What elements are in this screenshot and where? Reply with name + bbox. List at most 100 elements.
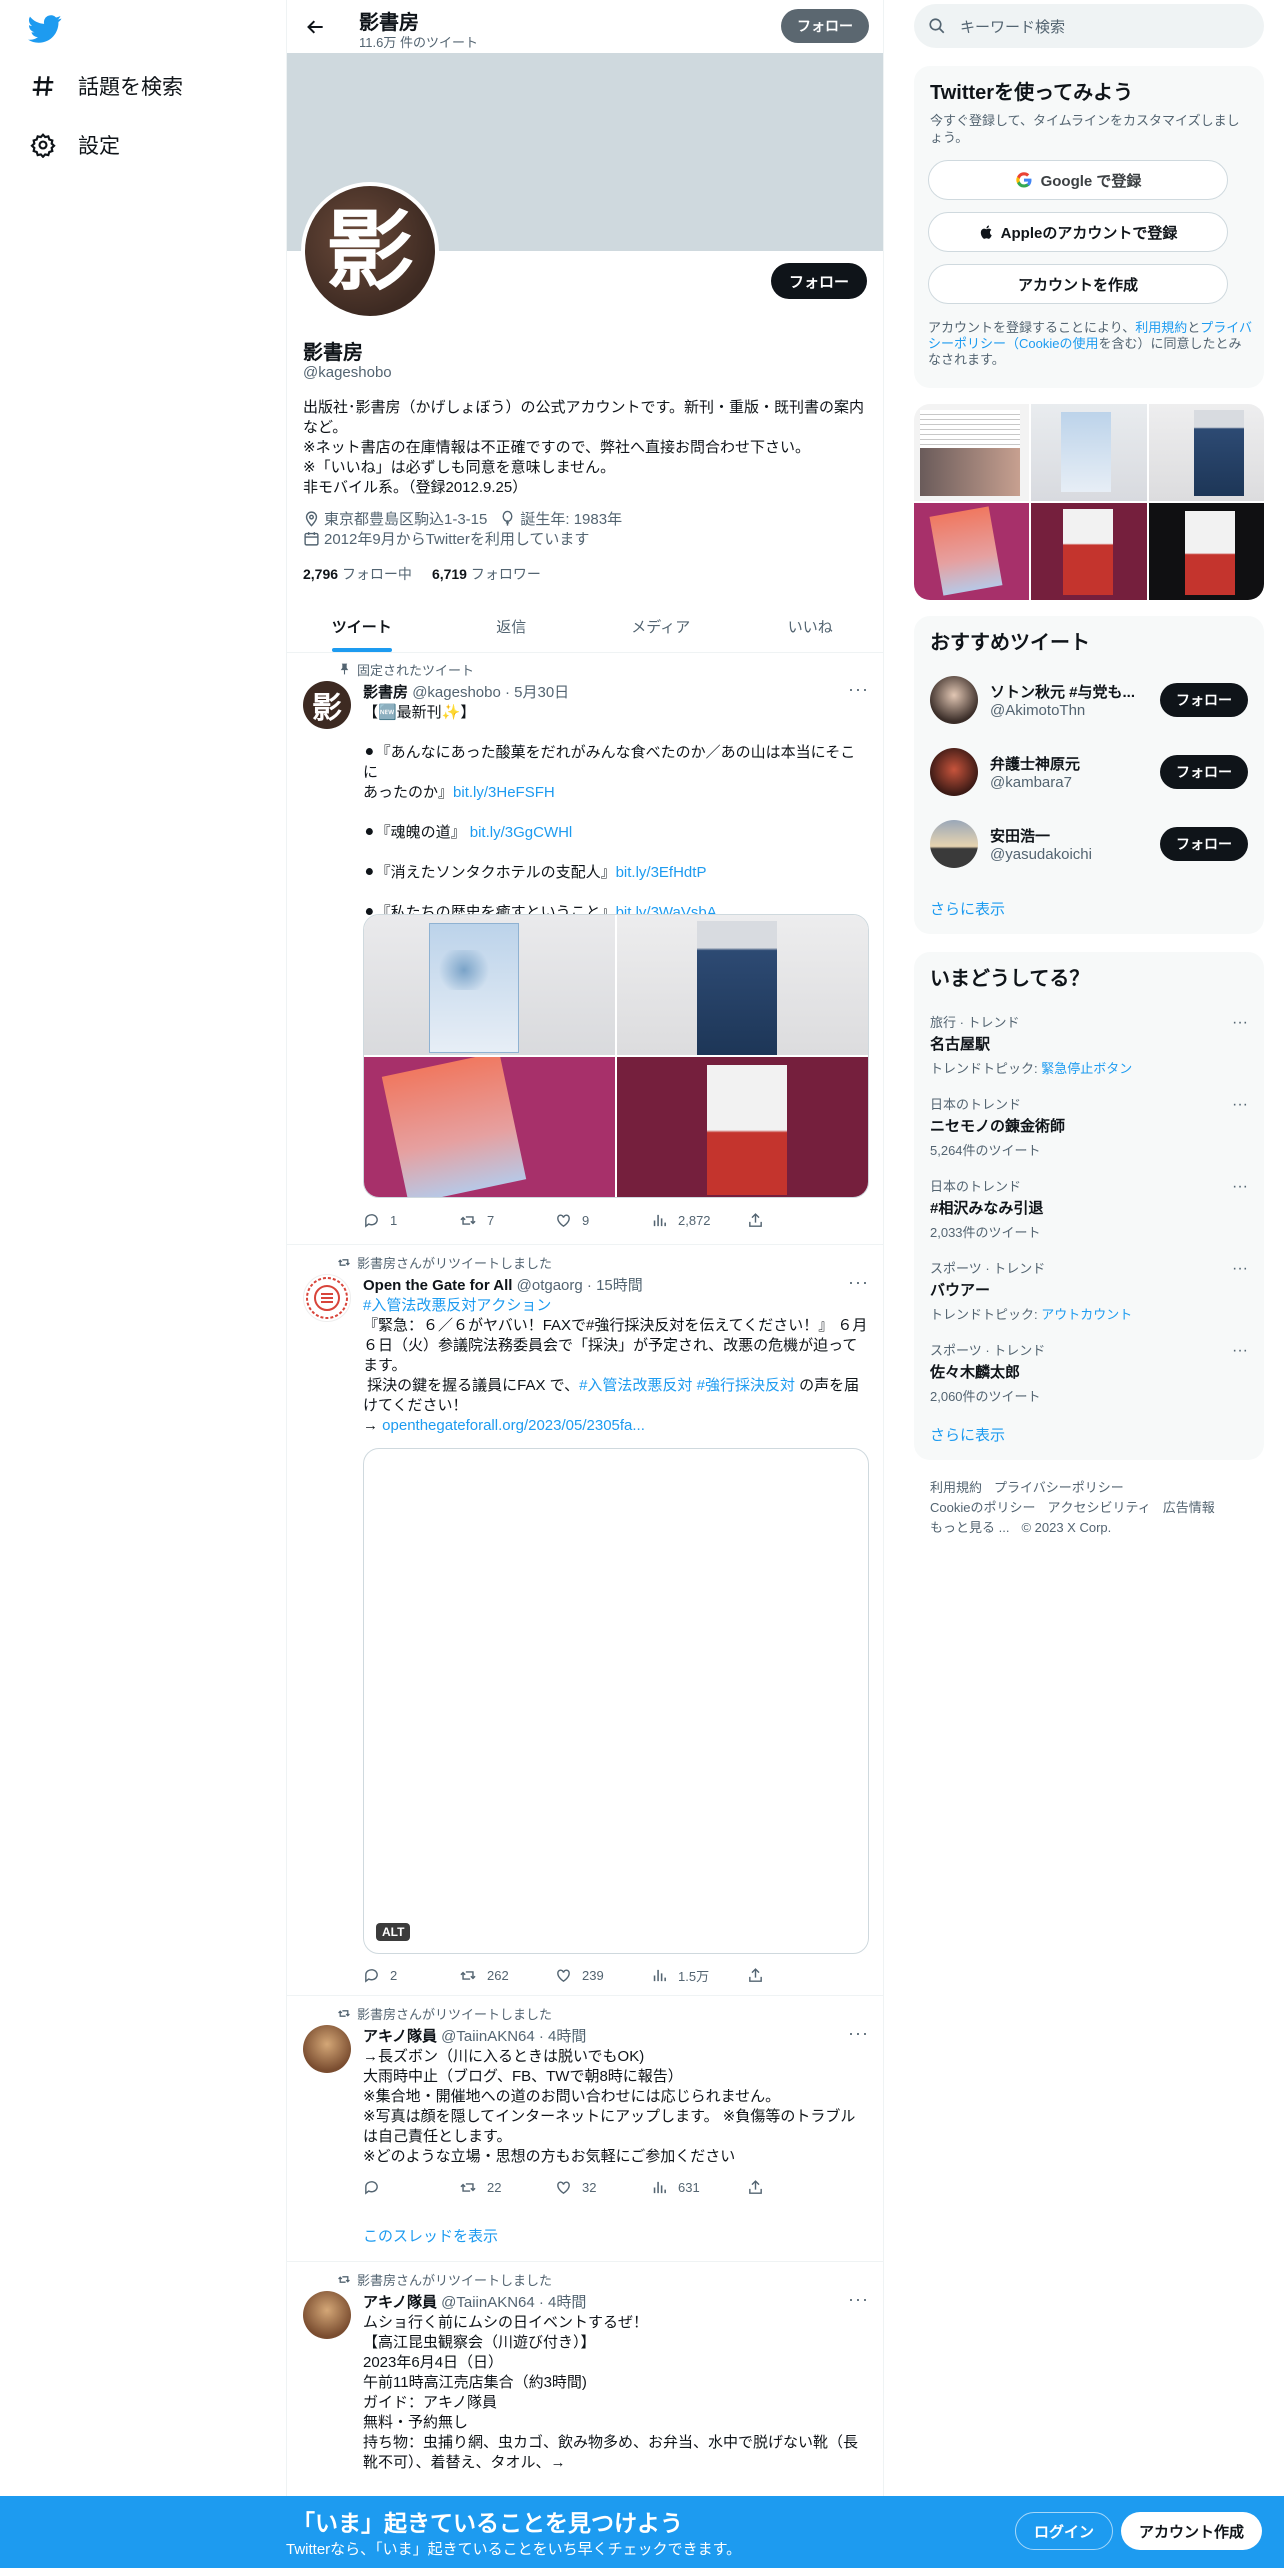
terms-link[interactable]: 利用規約 [1135, 320, 1187, 335]
tab-tweets[interactable]: ツイート [287, 600, 437, 652]
footer-ads-link[interactable]: 広告情報 [1163, 1500, 1215, 1515]
footer-more-link[interactable]: もっと見る ... [930, 1520, 1009, 1535]
like-button[interactable]: 9 [555, 1212, 651, 1229]
reply-button[interactable]: 2 [363, 1966, 459, 1985]
footer-cookie-link[interactable]: Cookieのポリシー [930, 1500, 1035, 1515]
share-button[interactable] [747, 1966, 787, 1985]
tweet-pinned[interactable]: 固定されたツイート 影 影書房 @kageshobo · 5月30日 ··· 【… [287, 653, 883, 1245]
tab-replies[interactable]: 返信 [437, 600, 587, 652]
views-button[interactable]: 631 [651, 2179, 747, 2196]
profile-avatar[interactable]: 影 [301, 182, 439, 320]
hashtag-link[interactable]: #強行採決反対 [697, 1377, 795, 1394]
followers-link[interactable]: 6,719 フォロワー [432, 564, 541, 584]
media-thumb[interactable] [1148, 503, 1264, 600]
like-button[interactable]: 32 [555, 2179, 651, 2196]
tweet-author[interactable]: Open the Gate for All [363, 1277, 512, 1294]
media-thumb[interactable] [1031, 404, 1147, 501]
profile-media-grid[interactable] [914, 404, 1264, 600]
hashtag-link[interactable]: #入管法改悪反対アクション [363, 1296, 869, 1316]
tweet-meta[interactable]: @kageshobo · 5月30日 [412, 684, 569, 701]
user-avatar[interactable] [930, 676, 978, 724]
tweet-author[interactable]: アキノ隊員 [363, 2294, 437, 2311]
user-name[interactable]: 安田浩一 [990, 825, 1152, 846]
header-follow-button[interactable]: フォロー [781, 9, 869, 43]
trend-item[interactable]: 日本のトレンド ニセモノの錬金術師 5,264件のツイート ··· [930, 1094, 1248, 1159]
tweet-retweet-otga[interactable]: 影書房さんがリツイートしました Open the Gate for All @o… [287, 1246, 883, 1996]
trend-item[interactable]: スポーツ · トレンド バウアー トレンドトピック: アウトカウント ··· [930, 1258, 1248, 1323]
tweet-avatar[interactable] [303, 2291, 351, 2339]
tweet-author[interactable]: アキノ隊員 [363, 2028, 437, 2045]
book-photo[interactable] [364, 915, 615, 1055]
show-thread-link[interactable]: このスレッドを表示 [363, 2225, 498, 2246]
recommend-show-more[interactable]: さらに表示 [930, 898, 1005, 919]
more-icon[interactable]: ··· [1232, 1260, 1248, 1278]
trends-show-more[interactable]: さらに表示 [930, 1424, 1005, 1445]
search-input[interactable]: キーワード検索 [914, 4, 1264, 48]
tweet-retweet-akino-2[interactable]: 影書房さんがリツイートしました アキノ隊員 @TaiinAKN64 · 4時間 … [287, 2263, 883, 2503]
tweet-meta[interactable]: @TaiinAKN64 · 4時間 [441, 2294, 586, 2311]
trend-item[interactable]: スポーツ · トレンド 佐々木麟太郎 2,060件のツイート ··· [930, 1340, 1248, 1405]
external-link[interactable]: openthegateforall.org/2023/05/2305fa... [382, 1417, 645, 1434]
trend-item[interactable]: 日本のトレンド #相沢みなみ引退 2,033件のツイート ··· [930, 1176, 1248, 1241]
recommend-user[interactable]: 弁護士神原元 @kambara7 フォロー [930, 742, 1248, 802]
twitter-bird-icon[interactable] [28, 12, 62, 46]
trend-topic-link[interactable]: アウトカウント [1041, 1307, 1132, 1322]
user-avatar[interactable] [930, 820, 978, 868]
tweet-image[interactable]: ALT [363, 1448, 869, 1954]
retweet-button[interactable]: 22 [459, 2179, 555, 2196]
tweet-avatar[interactable] [303, 2025, 351, 2073]
book-photo[interactable] [617, 1057, 868, 1197]
media-thumb[interactable] [914, 404, 1030, 501]
tweet-meta[interactable]: @otgaorg · 15時間 [517, 1277, 643, 1294]
following-link[interactable]: 2,796 フォロー中 [303, 564, 412, 584]
more-icon[interactable]: ··· [848, 1272, 869, 1293]
tweet-avatar[interactable] [303, 1274, 351, 1322]
tweet-photo-grid[interactable] [363, 914, 869, 1198]
more-icon[interactable]: ··· [848, 2023, 869, 2044]
back-arrow-icon[interactable] [301, 12, 331, 42]
views-button[interactable]: 1.5万 [651, 1966, 747, 1985]
trend-topic-link[interactable]: 緊急停止ボタン [1041, 1061, 1132, 1076]
more-icon[interactable]: ··· [1232, 1178, 1248, 1196]
book-link[interactable]: bit.ly/3HeFSFH [453, 784, 555, 801]
more-icon[interactable]: ··· [1232, 1096, 1248, 1114]
more-icon[interactable]: ··· [1232, 1342, 1248, 1360]
google-signup-button[interactable]: Google で登録 [928, 160, 1228, 200]
recommend-user[interactable]: ソトン秋元 #与党も... @AkimotoThn フォロー [930, 670, 1248, 730]
follow-button[interactable]: フォロー [1160, 827, 1248, 861]
footer-terms-link[interactable]: 利用規約 [930, 1480, 982, 1495]
hashtag-link[interactable]: #入管法改悪反対 [579, 1377, 692, 1394]
tab-media[interactable]: メディア [586, 600, 736, 652]
follow-button[interactable]: フォロー [1160, 683, 1248, 717]
book-link[interactable]: bit.ly/3EfHdtP [616, 864, 707, 881]
nav-explore[interactable]: 話題を検索 [28, 64, 183, 108]
footer-accessibility-link[interactable]: アクセシビリティ [1047, 1500, 1150, 1515]
user-avatar[interactable] [930, 748, 978, 796]
share-button[interactable] [747, 2179, 787, 2196]
tab-likes[interactable]: いいね [736, 600, 884, 652]
book-link[interactable]: bit.ly/3GgCWHl [470, 824, 573, 841]
profile-follow-button[interactable]: フォロー [770, 263, 867, 299]
views-button[interactable]: 2,872 [651, 1212, 747, 1229]
trend-item[interactable]: 旅行 · トレンド 名古屋駅 トレンドトピック: 緊急停止ボタン ··· [930, 1012, 1248, 1077]
media-thumb[interactable] [1148, 404, 1264, 501]
signup-button[interactable]: アカウント作成 [1121, 2512, 1263, 2550]
footer-privacy-link[interactable]: プライバシーポリシー [994, 1480, 1124, 1495]
nav-settings[interactable]: 設定 [28, 123, 120, 167]
alt-badge[interactable]: ALT [376, 1923, 411, 1941]
book-photo[interactable] [364, 1057, 615, 1197]
more-icon[interactable]: ··· [848, 2289, 869, 2310]
tweet-author[interactable]: 影書房 [363, 684, 408, 701]
tweet-retweet-akino-1[interactable]: 影書房さんがリツイートしました アキノ隊員 @TaiinAKN64 · 4時間 … [287, 1997, 883, 2262]
media-thumb[interactable] [914, 503, 1030, 600]
apple-signup-button[interactable]: Appleのアカウントで登録 [928, 212, 1228, 252]
retweet-button[interactable]: 262 [459, 1966, 555, 1985]
login-button[interactable]: ログイン [1015, 2512, 1114, 2550]
user-name[interactable]: 弁護士神原元 [990, 753, 1152, 774]
book-photo[interactable] [617, 915, 868, 1055]
user-name[interactable]: ソトン秋元 #与党も... [990, 681, 1152, 702]
more-icon[interactable]: ··· [848, 679, 869, 700]
tweet-meta[interactable]: @TaiinAKN64 · 4時間 [441, 2028, 586, 2045]
recommend-user[interactable]: 安田浩一 @yasudakoichi フォロー [930, 814, 1248, 874]
reply-button[interactable] [363, 2179, 459, 2196]
